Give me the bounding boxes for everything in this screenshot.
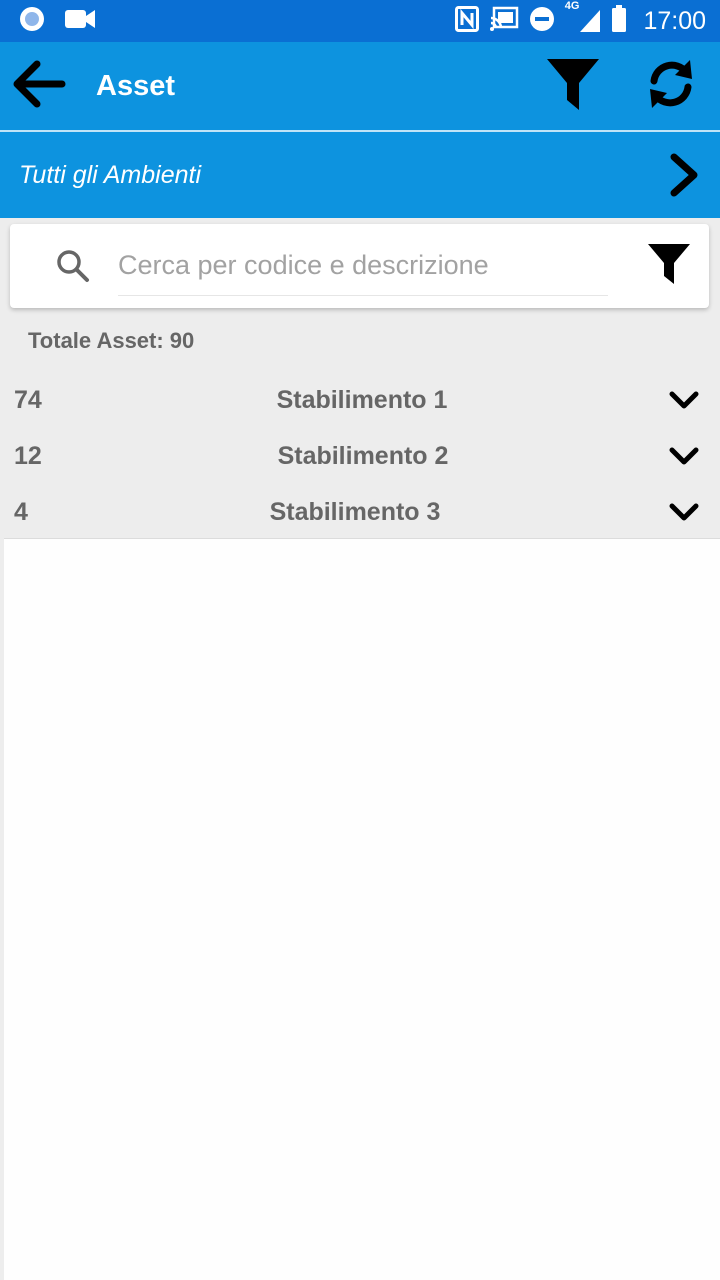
group-row[interactable]: 74 Stabilimento 1	[0, 372, 720, 428]
content-panel	[4, 539, 720, 1280]
filter-icon	[647, 242, 691, 291]
signal-icon: 4G	[565, 0, 602, 34]
back-arrow-icon	[10, 58, 66, 115]
search-card	[10, 224, 709, 308]
battery-icon	[611, 4, 627, 38]
search-input[interactable]	[118, 236, 608, 296]
chevron-right-icon	[648, 132, 720, 218]
group-row[interactable]: 4 Stabilimento 3	[0, 484, 720, 540]
group-list: 74 Stabilimento 1 12 Stabilimento 2 4 St…	[0, 372, 720, 540]
back-button[interactable]	[0, 42, 78, 130]
chevron-down-icon	[642, 428, 720, 484]
search-filter-button[interactable]	[629, 242, 709, 291]
app-bar: Asset	[0, 42, 720, 130]
group-name: Stabilimento 1	[276, 385, 448, 414]
search-icon	[56, 249, 116, 283]
record-icon	[18, 5, 46, 38]
group-name: Stabilimento 2	[277, 441, 449, 470]
group-row[interactable]: 12 Stabilimento 2	[0, 428, 720, 484]
dnd-icon	[529, 6, 555, 37]
chevron-down-icon	[642, 484, 720, 540]
status-bar: 4G 17:00	[0, 0, 720, 42]
filter-button[interactable]	[524, 42, 622, 130]
filter-icon	[546, 56, 600, 117]
environment-label: Tutti gli Ambienti	[19, 160, 202, 189]
video-icon	[64, 7, 96, 36]
status-time: 17:00	[643, 6, 706, 35]
cast-icon	[489, 6, 519, 37]
page-title: Asset	[96, 69, 175, 102]
total-assets-label: Totale Asset: 90	[28, 328, 195, 353]
refresh-button[interactable]	[622, 42, 720, 130]
group-name: Stabilimento 3	[269, 497, 441, 526]
network-type-label: 4G	[564, 0, 580, 12]
nfc-icon	[454, 5, 479, 37]
refresh-icon	[644, 57, 698, 116]
chevron-down-icon	[642, 372, 720, 428]
environment-selector[interactable]: Tutti gli Ambienti	[0, 132, 720, 218]
